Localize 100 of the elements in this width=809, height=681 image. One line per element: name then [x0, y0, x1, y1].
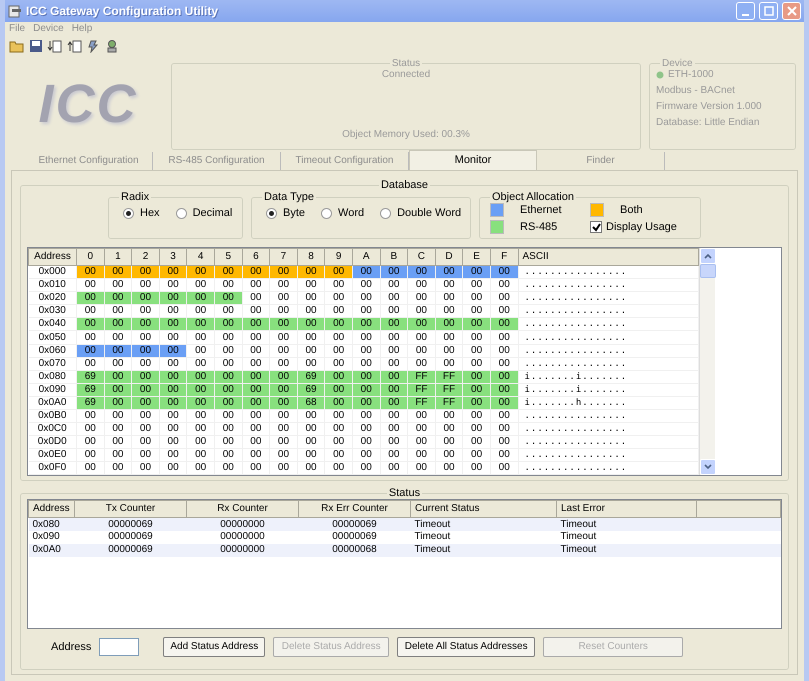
hex-cell: 00: [352, 330, 380, 344]
hex-cell: 00: [76, 435, 104, 448]
tab[interactable]: Monitor: [409, 150, 537, 170]
radio-button[interactable]: [266, 208, 277, 220]
hex-cell: 00: [352, 292, 380, 305]
logo: ICC: [38, 77, 138, 131]
hex-cell: 00: [435, 409, 463, 422]
scrollbar-thumb[interactable]: [700, 264, 716, 278]
radio-button[interactable]: [380, 208, 392, 220]
hex-cell: 00: [186, 357, 214, 370]
hex-cell: 00: [462, 409, 490, 422]
download-document-icon[interactable]: [47, 39, 63, 53]
hex-cell: 00: [435, 461, 463, 475]
option-label[interactable]: Word: [338, 207, 364, 220]
address-cell: 0x0E0: [28, 448, 76, 462]
group-title: Status: [390, 58, 422, 69]
hex-cell: 00: [159, 357, 187, 370]
hex-cell: 00: [462, 330, 490, 344]
hex-cell: 00: [270, 422, 298, 436]
checkbox[interactable]: [590, 221, 602, 234]
scroll-down-button[interactable]: [700, 459, 716, 476]
option-label[interactable]: Double Word: [397, 207, 462, 220]
column-header: Address: [28, 500, 74, 518]
hex-cell: 00: [76, 357, 104, 370]
hex-cell: 00: [462, 357, 490, 370]
hex-cell: 00: [104, 422, 132, 436]
radio-button[interactable]: [123, 208, 134, 220]
hex-cell: 00: [159, 448, 187, 462]
ascii-cell: ................: [518, 292, 698, 305]
ascii-cell: ................: [518, 461, 698, 475]
hex-cell: 00: [435, 435, 463, 448]
hex-cell: 00: [214, 409, 242, 422]
address-cell: 0x0F0: [28, 461, 76, 475]
hex-cell: 00: [462, 278, 490, 292]
address-cell: 0x040: [28, 318, 76, 331]
upload-document-icon[interactable]: [67, 39, 83, 53]
address-input[interactable]: [99, 638, 140, 656]
hex-cell: 00: [270, 435, 298, 448]
ascii-cell: ................: [518, 448, 698, 462]
hex-cell: 00: [186, 461, 214, 475]
table-cell: 0x0A0: [28, 544, 74, 557]
column-header: 4: [186, 248, 214, 266]
hex-cell: 00: [380, 435, 408, 448]
address-cell: 0x020: [28, 292, 76, 305]
hex-cell: 00: [104, 461, 132, 475]
option-label[interactable]: Decimal: [192, 207, 232, 220]
table-cell: 00000000: [186, 518, 298, 531]
minimize-icon: [742, 14, 749, 16]
radio-button[interactable]: [176, 208, 187, 220]
hex-cell: 00: [380, 461, 408, 475]
hex-cell: 00: [270, 409, 298, 422]
hex-cell: 00: [324, 278, 352, 292]
hex-cell: 00: [435, 344, 463, 358]
scroll-up-button[interactable]: [700, 248, 716, 264]
hex-cell: 00: [408, 461, 436, 475]
hex-cell: 00: [132, 330, 160, 344]
hex-cell: 00: [408, 330, 436, 344]
lightning-icon[interactable]: [87, 39, 101, 53]
hex-cell: 00: [104, 435, 132, 448]
ascii-cell: ................: [518, 330, 698, 344]
hex-cell: 00: [408, 435, 436, 448]
hex-cell: 00: [297, 422, 325, 436]
hex-cell: 00: [104, 357, 132, 370]
checkbox-label[interactable]: Display Usage: [606, 220, 677, 234]
column-header: Rx Err Counter: [298, 500, 410, 518]
action-button[interactable]: Delete All Status Addresses: [397, 637, 536, 658]
group-title: Object Allocation: [491, 191, 575, 204]
hex-cell: 00: [297, 409, 325, 422]
table-cell: 00000000: [186, 544, 298, 557]
hex-cell: 00: [104, 330, 132, 344]
hex-cell: 00: [297, 435, 325, 448]
column-header: Rx Counter: [186, 500, 298, 518]
hex-cell: 00: [270, 344, 298, 358]
action-button[interactable]: Add Status Address: [163, 637, 266, 658]
hex-cell: 00: [324, 357, 352, 370]
option-label[interactable]: Hex: [140, 207, 160, 220]
close-icon: [786, 6, 796, 16]
hex-cell: 00: [408, 357, 436, 370]
table-cell: 00000069: [74, 530, 186, 544]
table-cell: Timeout: [410, 544, 556, 557]
folder-icon[interactable]: [9, 39, 25, 53]
table-cell: Timeout: [410, 518, 556, 531]
hex-cell: 00: [490, 435, 518, 448]
option-label[interactable]: Byte: [283, 207, 306, 220]
column-header: Current Status: [410, 500, 556, 518]
column-header: 8: [297, 248, 325, 266]
radio-button[interactable]: [321, 208, 332, 220]
hex-cell: 00: [270, 330, 298, 344]
hex-cell: 00: [352, 357, 380, 370]
column-header: Address: [28, 248, 76, 266]
ascii-cell: i.......h.......: [518, 396, 698, 410]
address-cell: 0x080: [28, 370, 76, 384]
column-header: B: [380, 248, 408, 266]
hex-cell: 00: [462, 292, 490, 305]
device-icon[interactable]: [105, 39, 119, 53]
ascii-cell: ................: [518, 435, 698, 448]
hex-cell: 00: [297, 292, 325, 305]
address-cell: 0x0B0: [28, 409, 76, 422]
device-name: ETH-1000: [668, 69, 714, 81]
hex-cell: 00: [324, 422, 352, 436]
